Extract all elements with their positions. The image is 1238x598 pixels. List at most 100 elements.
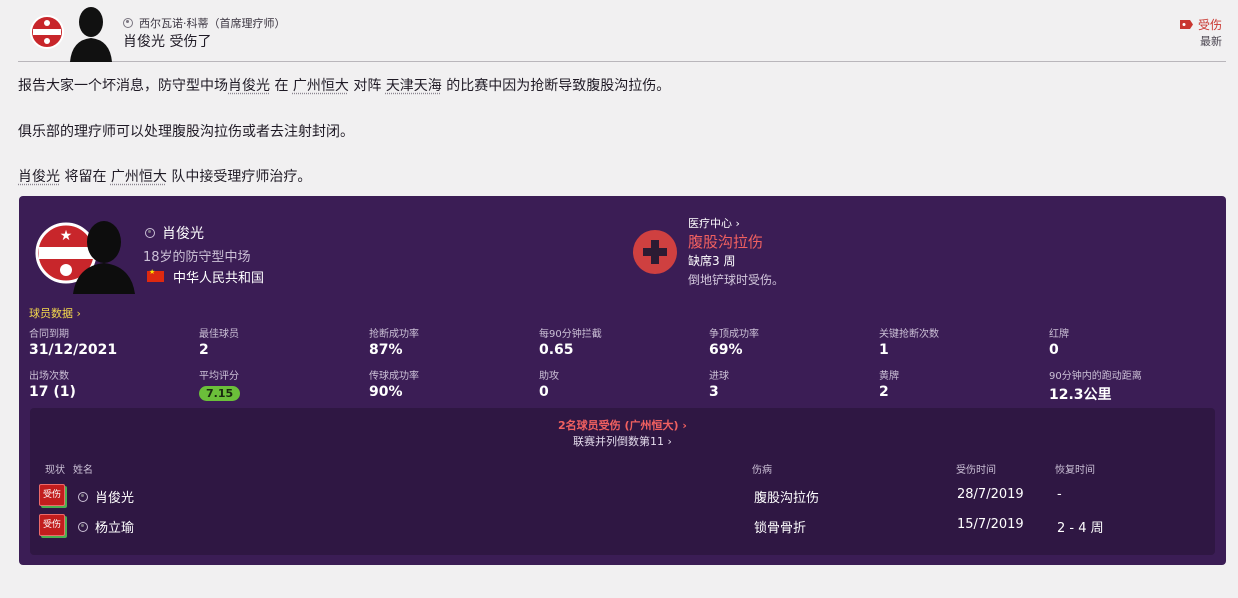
china-flag-icon	[147, 268, 164, 282]
table-row[interactable]: 受伤 杨立瑜 锁骨骨折 15/7/2019 2 - 4 周	[30, 514, 1215, 542]
injury-duration: 缺席3 周	[688, 254, 736, 268]
stat-value: 0.65	[539, 342, 574, 358]
nation-label: 中华人民共和国	[173, 271, 265, 286]
stat-label: 合同到期	[29, 329, 69, 340]
stat-label: 关键抢断次数	[879, 329, 939, 340]
club-badge-icon[interactable]	[30, 12, 64, 52]
stat-label: 黄牌	[879, 371, 899, 382]
stat-value: 2	[879, 384, 889, 400]
stat-label: 每90分钟拦截	[539, 329, 602, 340]
stat-label: 助攻	[539, 371, 559, 382]
col-injury[interactable]: 伤病	[752, 461, 772, 476]
injury-description: 倒地铲球时受伤。	[688, 273, 785, 287]
medical-center-link[interactable]: 医疗中心 ›	[688, 215, 740, 231]
player-name-label: 肖俊光	[162, 226, 204, 242]
stat-label: 抢断成功率	[369, 329, 419, 340]
stat-label: 进球	[709, 371, 729, 382]
stat-value: 3	[709, 384, 719, 400]
stat-contract: 合同到期 31/12/2021	[29, 325, 117, 358]
text: 对阵	[353, 78, 382, 94]
text: 的比赛中因为抢断导致腹股沟拉伤。	[446, 78, 671, 94]
injury-count-label: 2名球员受伤 (广州恒大)	[558, 419, 679, 432]
opponent-link[interactable]: 天津天海	[386, 78, 442, 94]
stat-value: 90%	[369, 384, 403, 400]
stat-goals: 进球 3	[709, 367, 729, 400]
date-cell: 28/7/2019	[957, 487, 1024, 502]
injury-cell: 腹股沟拉伤	[754, 491, 820, 506]
club-link[interactable]: 广州恒大	[111, 169, 167, 185]
stat-value: 87%	[369, 342, 403, 358]
person-icon	[123, 18, 133, 28]
player-link[interactable]: 肖俊光	[228, 78, 270, 94]
paragraph-3: 肖俊光 将留在 广州恒大 队中接受理疗师治疗。	[18, 166, 311, 186]
text: 在	[274, 78, 289, 94]
stat-red-cards: 红牌 0	[1049, 325, 1069, 358]
paragraph-2: 俱乐部的理疗师可以处理腹股沟拉伤或者去注射封闭。	[18, 124, 354, 140]
player-silhouette-icon[interactable]	[71, 216, 137, 294]
message-header: 西尔瓦诺·科蒂（首席理疗师） 肖俊光 受伤了 受伤 最新	[18, 4, 1226, 62]
stat-pom: 最佳球员 2	[199, 325, 239, 358]
player-stats-link[interactable]: 球员数据 ›	[29, 305, 81, 321]
player-nationality[interactable]: 中华人民共和国	[147, 267, 264, 286]
injury-tag: 受伤	[1179, 16, 1222, 33]
latest-label: 最新	[1200, 35, 1222, 48]
league-position-link[interactable]: 联赛并列倒数第11 ›	[30, 433, 1215, 449]
staff-silhouette-icon[interactable]	[68, 4, 114, 62]
injured-status-badge: 受伤	[39, 484, 65, 506]
col-status[interactable]: 现状	[45, 461, 65, 476]
stat-value: 69%	[709, 342, 743, 358]
recovery-cell: -	[1057, 487, 1062, 502]
stat-value: 17 (1)	[29, 384, 76, 400]
injured-player-name[interactable]: 肖俊光	[78, 487, 134, 506]
stat-assists: 助攻 0	[539, 367, 559, 400]
person-icon	[78, 491, 88, 502]
injured-player-label: 杨立瑜	[95, 521, 135, 536]
stat-value: 0	[1049, 342, 1059, 358]
stat-label: 90分钟内的跑动距离	[1049, 371, 1142, 382]
paragraph-1: 报告大家一个坏消息，防守型中场肖俊光 在 广州恒大 对阵 天津天海 的比赛中因为…	[18, 75, 670, 95]
player-name[interactable]: 肖俊光	[145, 223, 204, 243]
player-age-position: 18岁的防守型中场	[143, 250, 251, 265]
stat-label: 最佳球员	[199, 329, 239, 340]
stat-avg-rating: 平均评分 7.15	[199, 367, 241, 401]
injured-player-label: 肖俊光	[95, 491, 135, 506]
table-row[interactable]: 受伤 肖俊光 腹股沟拉伤 28/7/2019 -	[30, 484, 1215, 512]
player-card: ★ 肖俊光 18岁的防守型中场 中华人民共和国 医疗中心 › 腹股沟拉伤 缺席3…	[19, 196, 1226, 565]
injury-cell: 锁骨骨折	[754, 521, 807, 536]
injury-list-panel: 2名球员受伤 (广州恒大) › 联赛并列倒数第11 › 现状 姓名 伤病 受伤时…	[30, 408, 1215, 555]
date-cell: 15/7/2019	[957, 517, 1024, 532]
injured-status-badge: 受伤	[39, 514, 65, 536]
text: 报告大家一个坏消息，防守型中场	[18, 78, 228, 94]
injury-tag-label: 受伤	[1197, 18, 1222, 32]
person-icon	[145, 228, 155, 238]
tag-icon	[1179, 20, 1193, 29]
col-recovery[interactable]: 恢复时间	[1055, 461, 1095, 476]
stat-header-rate: 争顶成功率 69%	[709, 325, 759, 358]
stat-value: 31/12/2021	[29, 342, 118, 358]
stat-appearances: 出场次数 17 (1)	[29, 367, 76, 400]
injury-count-link[interactable]: 2名球员受伤 (广州恒大) ›	[30, 417, 1215, 433]
injury-name: 腹股沟拉伤	[688, 233, 764, 251]
stat-label: 红牌	[1049, 329, 1069, 340]
stat-value: 2	[199, 342, 209, 358]
stat-yellow-cards: 黄牌 2	[879, 367, 899, 400]
player-link[interactable]: 肖俊光	[18, 169, 60, 185]
stat-distance: 90分钟内的跑动距离 12.3公里	[1049, 367, 1142, 404]
col-date[interactable]: 受伤时间	[956, 461, 996, 476]
stat-label: 争顶成功率	[709, 329, 759, 340]
text: 将留在	[64, 169, 107, 185]
injured-player-name[interactable]: 杨立瑜	[78, 517, 134, 536]
recovery-cell: 2 - 4 周	[1057, 521, 1104, 536]
rating-badge: 7.15	[199, 386, 241, 401]
stat-value: 0	[539, 384, 549, 400]
stat-value: 1	[879, 342, 889, 358]
club-link[interactable]: 广州恒大	[293, 78, 349, 94]
col-name[interactable]: 姓名	[73, 461, 93, 476]
stat-label: 平均评分	[199, 371, 239, 382]
sender[interactable]: 西尔瓦诺·科蒂（首席理疗师）	[123, 15, 286, 31]
stat-tackle-rate: 抢断成功率 87%	[369, 325, 419, 358]
stat-pass-rate: 传球成功率 90%	[369, 367, 419, 400]
stat-interceptions: 每90分钟拦截 0.65	[539, 325, 602, 358]
medical-center-label: 医疗中心	[688, 217, 732, 230]
player-stats-label: 球员数据	[29, 307, 73, 320]
